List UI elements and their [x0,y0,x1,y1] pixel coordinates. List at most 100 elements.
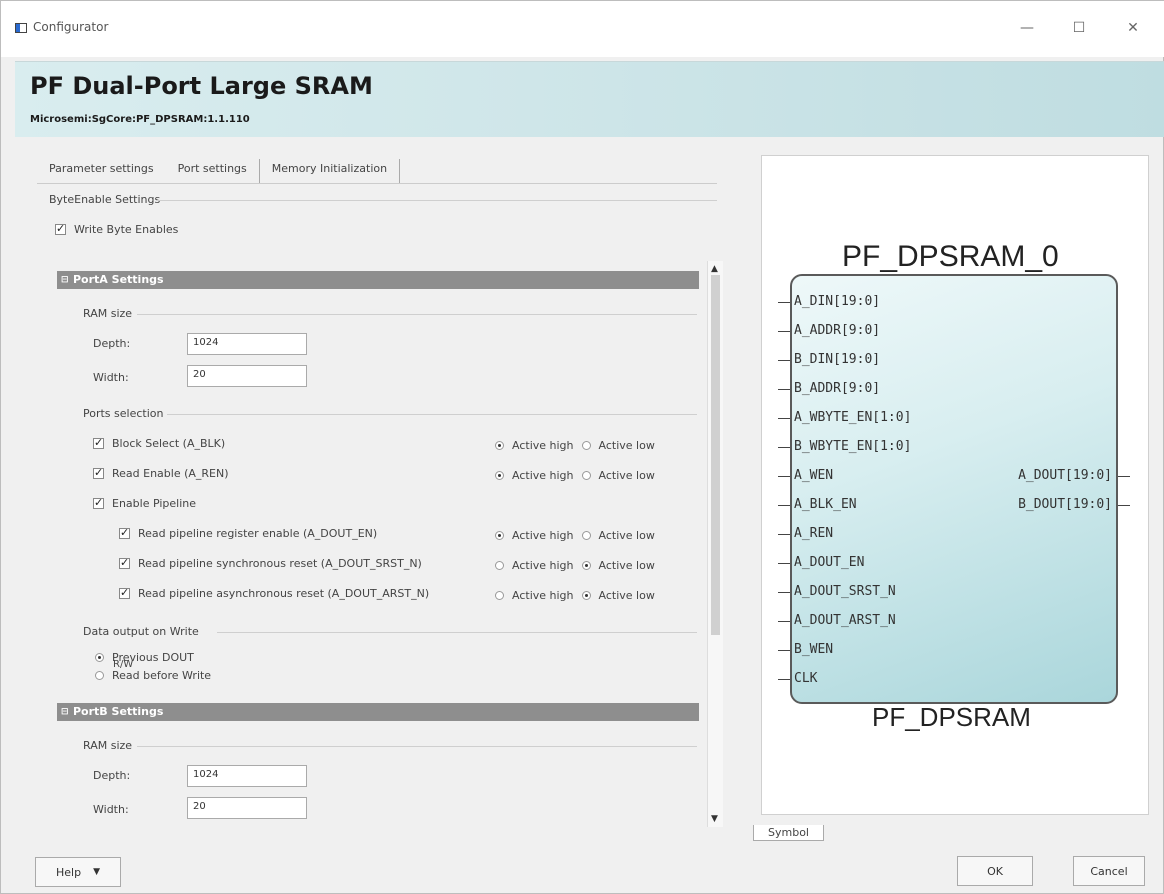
input-pin: A_WBYTE_EN[1:0] [794,410,912,425]
pin-stub [778,534,790,535]
dout-en-polarity: Active high Active low [495,529,655,542]
input-pin: A_DOUT_EN [794,555,865,570]
help-button[interactable]: Help ▼ [35,857,121,887]
configuration-panel: Parameter settings Port settings Memory … [37,151,737,837]
divider [217,632,697,633]
scroll-down-icon[interactable]: ▼ [711,814,721,824]
title-bar: Configurator — ☐ ✕ [1,1,1164,57]
radio-icon [95,653,104,662]
active-high-radio[interactable]: Active high [495,529,574,542]
pin-stub [778,331,790,332]
cancel-button[interactable]: Cancel [1073,856,1145,886]
input-pin: A_BLK_EN [794,497,857,512]
tab-symbol[interactable]: Symbol [753,825,824,841]
previous-dout-radio[interactable]: Previous DOUT [95,651,194,664]
block-select-checkbox[interactable]: Block Select (A_BLK) [93,436,225,450]
settings-scrollbar[interactable]: ▲ ▼ [707,261,723,827]
chevron-down-icon: ▼ [93,867,100,877]
tab-port-settings[interactable]: Port settings [166,159,260,183]
dout-srst-checkbox[interactable]: Read pipeline synchronous reset (A_DOUT_… [119,556,422,570]
divider [167,414,697,415]
read-before-write-radio[interactable]: Read before Write [95,669,211,682]
porta-settings-group[interactable]: ⊟ PortA Settings [57,271,699,289]
pin-stub [778,563,790,564]
portb-ram-size-title: RAM size [83,739,133,752]
radio-icon [581,471,591,480]
block-select-polarity: Active high Active low [495,439,655,452]
pin-stub [778,592,790,593]
active-low-radio[interactable]: Active low [581,529,655,542]
component-name: PF_DPSRAM [872,702,1031,732]
radio-icon [581,561,591,570]
app-icon [15,23,27,33]
active-low-radio[interactable]: Active low [581,559,655,572]
tab-memory-initialization[interactable]: Memory Initialization [260,159,401,183]
input-pin: A_WEN [794,468,834,483]
maximize-button[interactable]: ☐ [1057,13,1101,43]
divider [157,200,717,201]
pin-stub [1118,505,1130,506]
ok-button[interactable]: OK [957,856,1033,886]
pin-stub [778,679,790,680]
checkbox-icon [93,496,104,509]
scroll-up-icon[interactable]: ▲ [711,264,721,274]
checkbox-icon [119,556,130,569]
active-high-radio[interactable]: Active high [495,559,574,572]
dout-en-checkbox[interactable]: Read pipeline register enable (A_DOUT_EN… [119,526,377,540]
pin-stub [778,389,790,390]
checkbox-icon [55,222,66,235]
symbol-panel: PF_DPSRAM_0 A_DIN[19:0] A_ADDR[9:0] B_DIN[… [761,155,1149,815]
porta-depth-input[interactable]: 1024 [187,333,307,355]
input-pin: A_DOUT_ARST_N [794,613,896,628]
scroll-thumb[interactable] [711,275,720,635]
dout-srst-polarity: Active high Active low [495,559,655,572]
input-pin: A_DIN[19:0] [794,294,881,309]
active-low-radio[interactable]: Active low [581,589,655,602]
active-high-radio[interactable]: Active high [495,469,574,482]
pin-stub [778,650,790,651]
close-button[interactable]: ✕ [1111,13,1155,43]
portb-settings-group[interactable]: ⊟ PortB Settings [57,703,699,721]
active-low-radio[interactable]: Active low [581,469,655,482]
porta-depth-label: Depth: [93,337,131,350]
radio-icon [495,441,504,450]
read-enable-checkbox[interactable]: Read Enable (A_REN) [93,466,229,480]
ports-selection-title: Ports selection [83,407,164,420]
porta-width-label: Width: [93,371,129,384]
configurator-window: Configurator — ☐ ✕ PF Dual-Port Large SR… [0,0,1164,894]
dout-arst-checkbox[interactable]: Read pipeline asynchronous reset (A_DOUT… [119,586,429,600]
portb-depth-input[interactable]: 1024 [187,765,307,787]
divider [137,746,697,747]
enable-pipeline-checkbox[interactable]: Enable Pipeline [93,496,196,510]
pin-stub [778,447,790,448]
radio-icon [95,671,104,680]
output-pin: A_DOUT[19:0] [1018,468,1112,483]
active-high-radio[interactable]: Active high [495,439,574,452]
settings-tabs: Parameter settings Port settings Memory … [49,159,401,183]
pin-stub [778,360,790,361]
minimize-button[interactable]: — [1005,13,1049,43]
portb-depth-label: Depth: [93,769,131,782]
divider [137,314,697,315]
tab-divider [37,183,717,184]
collapse-icon: ⊟ [61,707,69,717]
radio-icon [581,441,591,450]
checkbox-icon [93,436,104,449]
active-low-radio[interactable]: Active low [581,439,655,452]
pin-stub [778,505,790,506]
pin-stub [778,476,790,477]
pin-stub [778,621,790,622]
radio-icon [581,531,591,540]
active-high-radio[interactable]: Active high [495,589,574,602]
window-title: Configurator [33,20,109,34]
pin-stub [778,302,790,303]
porta-width-input[interactable]: 20 [187,365,307,387]
radio-icon [495,561,504,570]
pin-stub [1118,476,1130,477]
tab-parameter-settings[interactable]: Parameter settings [49,159,166,183]
portb-width-input[interactable]: 20 [187,797,307,819]
core-header: PF Dual-Port Large SRAM Microsemi:SgCore… [15,61,1164,137]
checkbox-icon [93,466,104,479]
write-byte-enables-checkbox[interactable]: Write Byte Enables [55,222,178,236]
output-pin: B_DOUT[19:0] [1018,497,1112,512]
